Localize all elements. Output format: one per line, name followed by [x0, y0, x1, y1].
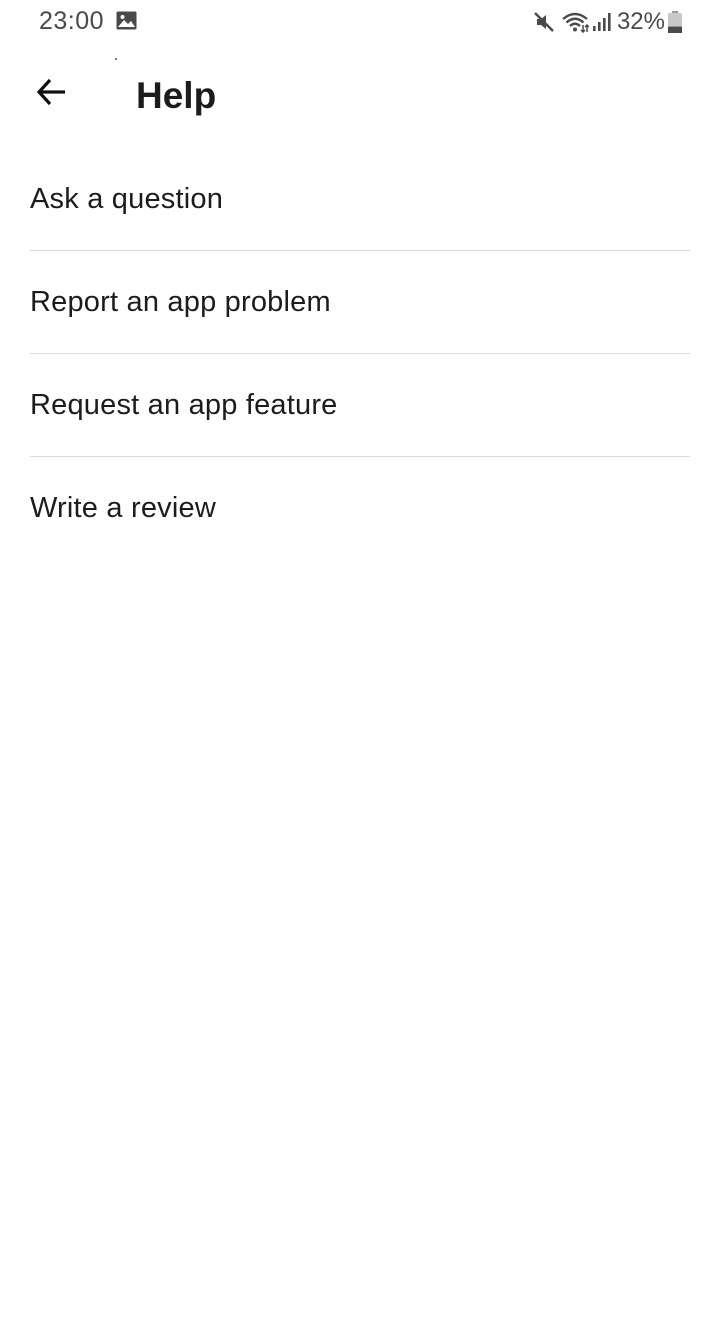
battery-icon — [668, 11, 682, 33]
report-problem-item[interactable]: Report an app problem — [30, 251, 690, 354]
back-arrow-icon — [36, 78, 65, 106]
wifi-icon — [562, 12, 589, 33]
signal-icon — [592, 13, 611, 31]
help-item-label: Request an app feature — [30, 388, 338, 421]
status-icons: 32% — [533, 7, 682, 37]
help-item-label: Write a review — [30, 491, 216, 524]
page-title: Help — [136, 75, 217, 116]
gallery-icon — [116, 11, 137, 30]
back-button[interactable] — [24, 64, 80, 120]
mute-icon — [534, 12, 554, 32]
status-bar: 23:00 32% — [0, 0, 720, 44]
battery-percent: 32% — [616, 8, 665, 35]
request-feature-item[interactable]: Request an app feature — [30, 354, 690, 457]
help-options-list: Ask a question Report an app problem Req… — [30, 148, 690, 559]
status-time: 23:00 — [39, 7, 105, 35]
write-review-item[interactable]: Write a review — [30, 457, 690, 559]
app-bar: Help — [0, 60, 720, 140]
help-item-label: Ask a question — [30, 182, 224, 215]
help-item-label: Report an app problem — [30, 285, 331, 318]
ask-question-item[interactable]: Ask a question — [30, 148, 690, 251]
